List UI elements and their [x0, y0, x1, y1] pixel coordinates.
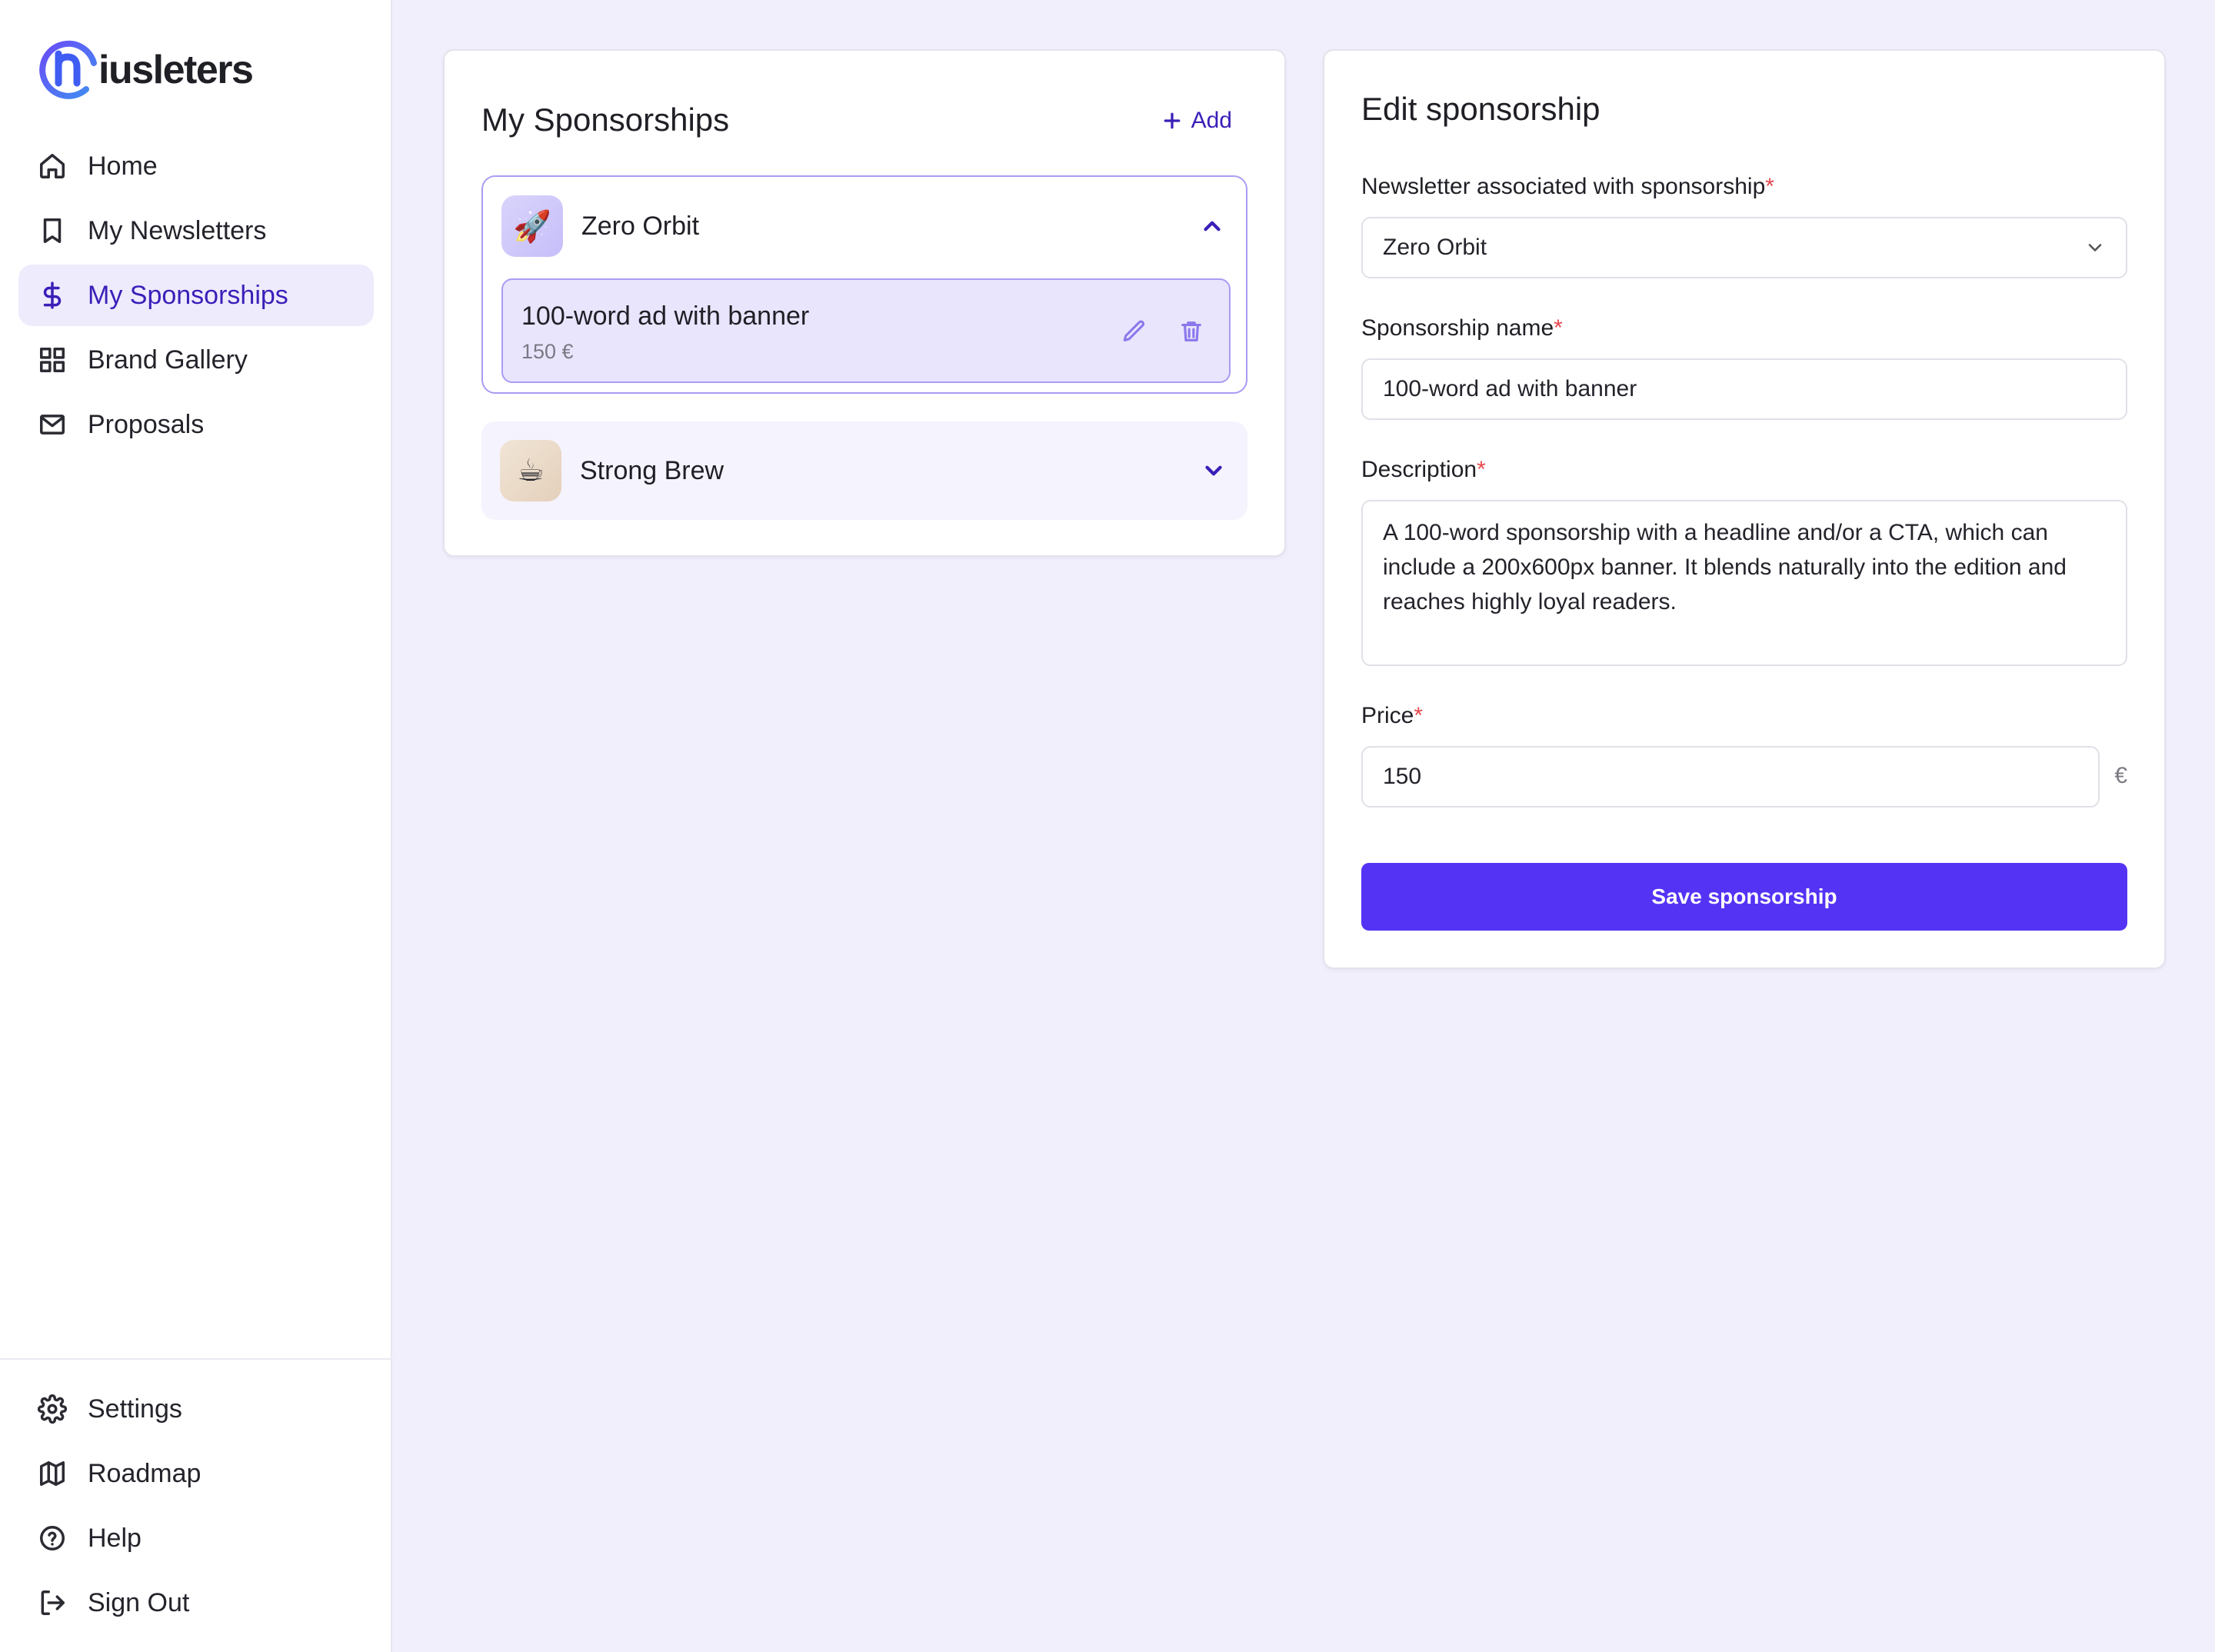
add-sponsorship-button[interactable]: Add	[1161, 108, 1232, 134]
label-text: Sponsorship name	[1361, 315, 1554, 341]
sidebar-item-roadmap[interactable]: Roadmap	[18, 1443, 374, 1504]
name-field-label: Sponsorship name*	[1361, 315, 1563, 341]
trash-icon[interactable]	[1177, 317, 1206, 346]
mail-icon	[37, 409, 68, 440]
sidebar-item-help[interactable]: Help	[18, 1507, 374, 1569]
secondary-nav: Settings Roadmap Help Sign Out	[18, 1378, 374, 1637]
sidebar-item-settings[interactable]: Settings	[18, 1378, 374, 1440]
sidebar-item-sign-out[interactable]: Sign Out	[18, 1572, 374, 1634]
help-circle-icon	[37, 1523, 68, 1554]
sponsorships-panel: My Sponsorships Add 🚀 Zero Orbit 100-wor…	[443, 49, 1286, 557]
sidebar-item-label: Settings	[88, 1394, 182, 1424]
add-button-label: Add	[1191, 108, 1232, 133]
chevron-down-icon	[2084, 237, 2106, 258]
sponsorship-item[interactable]: 100-word ad with banner 150 €	[501, 278, 1231, 383]
required-mark: *	[1554, 315, 1563, 341]
logo-mark-icon	[39, 40, 97, 99]
sidebar-item-label: Help	[88, 1523, 142, 1553]
group-name: Zero Orbit	[581, 211, 700, 241]
sidebar-item-label: Home	[88, 151, 158, 181]
main-nav: Home My Newsletters My Sponsorships Bran…	[18, 135, 374, 458]
rocket-avatar-icon: 🚀	[501, 195, 563, 257]
sponsorship-item-price: 150 €	[521, 340, 574, 363]
chevron-down-icon[interactable]	[1198, 455, 1229, 486]
grid-icon	[37, 345, 68, 375]
save-button-label: Save sponsorship	[1651, 884, 1837, 908]
sidebar-item-brand-gallery[interactable]: Brand Gallery	[18, 329, 374, 391]
sidebar-item-my-sponsorships[interactable]: My Sponsorships	[18, 265, 374, 326]
sidebar-item-label: My Newsletters	[88, 215, 267, 245]
currency-symbol: €	[2114, 763, 2127, 788]
newsletter-select[interactable]: Zero Orbit	[1361, 217, 2127, 278]
home-icon	[37, 151, 68, 182]
gear-icon	[37, 1394, 68, 1424]
price-field-label: Price*	[1361, 703, 1423, 729]
edit-sponsorship-panel: Edit sponsorship Newsletter associated w…	[1323, 49, 2166, 969]
group-name: Strong Brew	[580, 455, 724, 485]
bookmark-icon	[37, 215, 68, 246]
label-text: Newsletter associated with sponsorship	[1361, 174, 1766, 199]
plus-icon	[1164, 112, 1180, 129]
group-header[interactable]: ☕ Strong Brew	[500, 440, 1229, 501]
app-logo[interactable]: iusleters	[35, 35, 254, 102]
pencil-icon[interactable]	[1120, 317, 1149, 346]
sponsorship-name-value: 100-word ad with banner	[1383, 376, 1637, 401]
label-text: Description	[1361, 457, 1477, 482]
sidebar-item-label: Brand Gallery	[88, 345, 248, 375]
description-textarea[interactable]: A 100-word sponsorship with a headline a…	[1361, 500, 2127, 666]
sign-out-icon	[37, 1587, 68, 1618]
panel-title: Edit sponsorship	[1361, 91, 1600, 127]
required-mark: *	[1765, 174, 1774, 199]
label-text: Price	[1361, 703, 1414, 728]
sidebar-item-home[interactable]: Home	[18, 135, 374, 197]
sponsorship-group[interactable]: ☕ Strong Brew	[481, 421, 1247, 520]
sponsorship-name-input[interactable]: 100-word ad with banner	[1361, 358, 2127, 420]
sponsorship-group: 🚀 Zero Orbit 100-word ad with banner 150…	[481, 175, 1247, 394]
sidebar-item-label: Roadmap	[88, 1458, 202, 1488]
sidebar-divider	[0, 1358, 392, 1360]
sidebar-item-label: My Sponsorships	[88, 280, 288, 310]
chevron-up-icon[interactable]	[1197, 211, 1227, 241]
description-value: A 100-word sponsorship with a headline a…	[1383, 520, 2067, 615]
sidebar-item-proposals[interactable]: Proposals	[18, 394, 374, 455]
sidebar-item-label: Sign Out	[88, 1587, 190, 1617]
price-input[interactable]: 150	[1361, 746, 2100, 808]
newsletter-field-label: Newsletter associated with sponsorship*	[1361, 174, 1774, 200]
logo-text: iusleters	[98, 48, 254, 92]
sidebar-item-my-newsletters[interactable]: My Newsletters	[18, 200, 374, 261]
description-field-label: Description*	[1361, 457, 1486, 483]
newsletter-select-value: Zero Orbit	[1383, 235, 1487, 260]
save-sponsorship-button[interactable]: Save sponsorship	[1361, 863, 2127, 931]
sidebar-item-label: Proposals	[88, 409, 205, 439]
sidebar: iusleters Home My Newsletters My Sponsor…	[0, 0, 392, 1652]
item-actions	[1120, 317, 1206, 346]
required-mark: *	[1414, 703, 1424, 728]
price-value: 150	[1383, 764, 1422, 789]
sponsorship-item-title: 100-word ad with banner	[521, 301, 810, 331]
map-icon	[37, 1458, 68, 1489]
group-header[interactable]: 🚀 Zero Orbit	[501, 195, 1227, 257]
coffee-avatar-icon: ☕	[500, 440, 561, 501]
panel-title: My Sponsorships	[481, 102, 730, 138]
required-mark: *	[1477, 457, 1486, 482]
dollar-icon	[37, 280, 68, 311]
